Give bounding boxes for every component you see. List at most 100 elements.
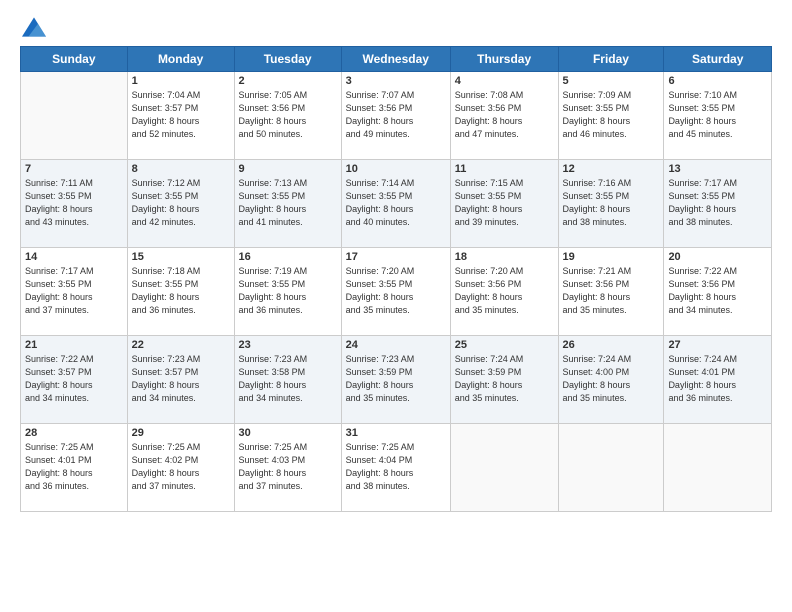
day-info: Sunrise: 7:24 AM Sunset: 4:00 PM Dayligh…	[563, 353, 660, 405]
calendar-cell	[558, 423, 664, 511]
day-number: 9	[239, 163, 337, 175]
calendar-cell: 12 Sunrise: 7:16 AM Sunset: 3:55 PM Dayli…	[558, 159, 664, 247]
calendar-cell: 6 Sunrise: 7:10 AM Sunset: 3:55 PM Daylig…	[664, 71, 772, 159]
calendar-cell: 10 Sunrise: 7:14 AM Sunset: 3:55 PM Dayli…	[341, 159, 450, 247]
calendar-cell: 24Sunrise: 7:23 AM Sunset: 3:59 PM Dayli…	[341, 335, 450, 423]
day-number: 24	[346, 339, 446, 351]
calendar-cell: 17 Sunrise: 7:20 AM Sunset: 3:55 PM Dayli…	[341, 247, 450, 335]
day-number: 3	[346, 75, 446, 87]
day-info: Sunrise: 7:20 AM Sunset: 3:56 PM Dayligh…	[455, 265, 554, 317]
day-number: 25	[455, 339, 554, 351]
logo-icon	[22, 17, 46, 37]
day-info: Sunrise: 7:17 AM Sunset: 3:55 PM Dayligh…	[25, 265, 123, 317]
calendar-week-row: 28Sunrise: 7:25 AM Sunset: 4:01 PM Dayli…	[21, 423, 772, 511]
day-number: 4	[455, 75, 554, 87]
calendar-cell: 7 Sunrise: 7:11 AM Sunset: 3:55 PM Daylig…	[21, 159, 128, 247]
calendar-cell: 5 Sunrise: 7:09 AM Sunset: 3:55 PM Daylig…	[558, 71, 664, 159]
calendar-cell: 27Sunrise: 7:24 AM Sunset: 4:01 PM Dayli…	[664, 335, 772, 423]
header	[20, 18, 772, 38]
day-info: Sunrise: 7:24 AM Sunset: 3:59 PM Dayligh…	[455, 353, 554, 405]
day-info: Sunrise: 7:25 AM Sunset: 4:04 PM Dayligh…	[346, 441, 446, 493]
day-number: 30	[239, 427, 337, 439]
day-number: 7	[25, 163, 123, 175]
calendar-cell: 20Sunrise: 7:22 AM Sunset: 3:56 PM Dayli…	[664, 247, 772, 335]
day-number: 11	[455, 163, 554, 175]
day-number: 27	[668, 339, 767, 351]
day-info: Sunrise: 7:25 AM Sunset: 4:03 PM Dayligh…	[239, 441, 337, 493]
calendar-cell: 29 Sunrise: 7:25 AM Sunset: 4:02 PM Dayli…	[127, 423, 234, 511]
day-info: Sunrise: 7:18 AM Sunset: 3:55 PM Dayligh…	[132, 265, 230, 317]
calendar-cell	[664, 423, 772, 511]
day-info: Sunrise: 7:19 AM Sunset: 3:55 PM Dayligh…	[239, 265, 337, 317]
day-number: 21	[25, 339, 123, 351]
day-number: 8	[132, 163, 230, 175]
calendar-cell: 3 Sunrise: 7:07 AM Sunset: 3:56 PM Daylig…	[341, 71, 450, 159]
day-number: 16	[239, 251, 337, 263]
day-info: Sunrise: 7:16 AM Sunset: 3:55 PM Dayligh…	[563, 177, 660, 229]
day-number: 13	[668, 163, 767, 175]
day-info: Sunrise: 7:20 AM Sunset: 3:55 PM Dayligh…	[346, 265, 446, 317]
calendar-cell: 26 Sunrise: 7:24 AM Sunset: 4:00 PM Dayli…	[558, 335, 664, 423]
day-info: Sunrise: 7:21 AM Sunset: 3:56 PM Dayligh…	[563, 265, 660, 317]
weekday-header-monday: Monday	[127, 46, 234, 71]
calendar-cell: 16 Sunrise: 7:19 AM Sunset: 3:55 PM Dayli…	[234, 247, 341, 335]
day-info: Sunrise: 7:10 AM Sunset: 3:55 PM Dayligh…	[668, 89, 767, 141]
day-info: Sunrise: 7:08 AM Sunset: 3:56 PM Dayligh…	[455, 89, 554, 141]
weekday-header-saturday: Saturday	[664, 46, 772, 71]
day-info: Sunrise: 7:25 AM Sunset: 4:01 PM Dayligh…	[25, 441, 123, 493]
day-number: 1	[132, 75, 230, 87]
day-number: 29	[132, 427, 230, 439]
calendar-cell: 18 Sunrise: 7:20 AM Sunset: 3:56 PM Dayli…	[450, 247, 558, 335]
day-number: 31	[346, 427, 446, 439]
day-number: 6	[668, 75, 767, 87]
day-number: 17	[346, 251, 446, 263]
day-number: 18	[455, 251, 554, 263]
day-number: 22	[132, 339, 230, 351]
weekday-header-friday: Friday	[558, 46, 664, 71]
day-info: Sunrise: 7:07 AM Sunset: 3:56 PM Dayligh…	[346, 89, 446, 141]
day-info: Sunrise: 7:11 AM Sunset: 3:55 PM Dayligh…	[25, 177, 123, 229]
day-info: Sunrise: 7:23 AM Sunset: 3:57 PM Dayligh…	[132, 353, 230, 405]
calendar-cell: 13 Sunrise: 7:17 AM Sunset: 3:55 PM Dayli…	[664, 159, 772, 247]
day-info: Sunrise: 7:22 AM Sunset: 3:56 PM Dayligh…	[668, 265, 767, 317]
day-number: 19	[563, 251, 660, 263]
calendar-cell: 28Sunrise: 7:25 AM Sunset: 4:01 PM Dayli…	[21, 423, 128, 511]
calendar-cell: 31 Sunrise: 7:25 AM Sunset: 4:04 PM Dayli…	[341, 423, 450, 511]
calendar-cell: 8 Sunrise: 7:12 AM Sunset: 3:55 PM Daylig…	[127, 159, 234, 247]
calendar-cell: 21 Sunrise: 7:22 AM Sunset: 3:57 PM Dayli…	[21, 335, 128, 423]
day-number: 14	[25, 251, 123, 263]
day-number: 23	[239, 339, 337, 351]
calendar-cell: 14 Sunrise: 7:17 AM Sunset: 3:55 PM Dayli…	[21, 247, 128, 335]
day-number: 10	[346, 163, 446, 175]
day-info: Sunrise: 7:14 AM Sunset: 3:55 PM Dayligh…	[346, 177, 446, 229]
weekday-header-thursday: Thursday	[450, 46, 558, 71]
day-number: 5	[563, 75, 660, 87]
calendar-cell: 11Sunrise: 7:15 AM Sunset: 3:55 PM Dayli…	[450, 159, 558, 247]
weekday-header-sunday: Sunday	[21, 46, 128, 71]
calendar-cell: 22 Sunrise: 7:23 AM Sunset: 3:57 PM Dayli…	[127, 335, 234, 423]
calendar-cell: 9 Sunrise: 7:13 AM Sunset: 3:55 PM Daylig…	[234, 159, 341, 247]
calendar-week-row: 21 Sunrise: 7:22 AM Sunset: 3:57 PM Dayli…	[21, 335, 772, 423]
calendar-page: SundayMondayTuesdayWednesdayThursdayFrid…	[0, 0, 792, 612]
day-info: Sunrise: 7:17 AM Sunset: 3:55 PM Dayligh…	[668, 177, 767, 229]
calendar-cell: 1 Sunrise: 7:04 AM Sunset: 3:57 PM Daylig…	[127, 71, 234, 159]
calendar-cell: 25 Sunrise: 7:24 AM Sunset: 3:59 PM Dayli…	[450, 335, 558, 423]
calendar-cell: 19 Sunrise: 7:21 AM Sunset: 3:56 PM Dayli…	[558, 247, 664, 335]
calendar-table: SundayMondayTuesdayWednesdayThursdayFrid…	[20, 46, 772, 512]
day-number: 26	[563, 339, 660, 351]
day-number: 12	[563, 163, 660, 175]
weekday-header-wednesday: Wednesday	[341, 46, 450, 71]
day-info: Sunrise: 7:09 AM Sunset: 3:55 PM Dayligh…	[563, 89, 660, 141]
day-info: Sunrise: 7:25 AM Sunset: 4:02 PM Dayligh…	[132, 441, 230, 493]
calendar-header-row: SundayMondayTuesdayWednesdayThursdayFrid…	[21, 46, 772, 71]
day-info: Sunrise: 7:13 AM Sunset: 3:55 PM Dayligh…	[239, 177, 337, 229]
calendar-week-row: 1 Sunrise: 7:04 AM Sunset: 3:57 PM Daylig…	[21, 71, 772, 159]
day-info: Sunrise: 7:22 AM Sunset: 3:57 PM Dayligh…	[25, 353, 123, 405]
calendar-cell	[21, 71, 128, 159]
calendar-cell: 30 Sunrise: 7:25 AM Sunset: 4:03 PM Dayli…	[234, 423, 341, 511]
day-info: Sunrise: 7:04 AM Sunset: 3:57 PM Dayligh…	[132, 89, 230, 141]
day-number: 2	[239, 75, 337, 87]
day-info: Sunrise: 7:05 AM Sunset: 3:56 PM Dayligh…	[239, 89, 337, 141]
weekday-header-tuesday: Tuesday	[234, 46, 341, 71]
day-info: Sunrise: 7:12 AM Sunset: 3:55 PM Dayligh…	[132, 177, 230, 229]
